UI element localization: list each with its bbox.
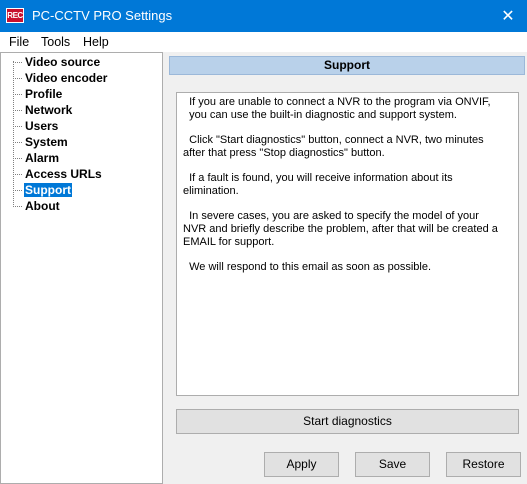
- panel-title: Support: [169, 56, 525, 75]
- tree-item-label: About: [25, 199, 60, 213]
- tree-item-system[interactable]: System: [13, 134, 69, 150]
- tree-item-label: System: [25, 135, 68, 149]
- support-info-text[interactable]: If you are unable to connect a NVR to th…: [176, 92, 519, 396]
- apply-button[interactable]: Apply: [264, 452, 339, 477]
- tree-item-network[interactable]: Network: [13, 102, 73, 118]
- tree-item-access-urls[interactable]: Access URLs: [13, 166, 103, 182]
- tree-item-label: Users: [25, 119, 59, 133]
- tree-item-support[interactable]: Support: [13, 182, 72, 198]
- tree-item-label: Network: [25, 103, 73, 117]
- tree-item-label: Access URLs: [25, 167, 102, 181]
- info-paragraph: In severe cases, you are asked to specif…: [183, 210, 498, 248]
- settings-tree: Video source Video encoder Profile Netwo…: [0, 52, 163, 484]
- menu-tools[interactable]: Tools: [41, 35, 70, 49]
- tree-item-video-source[interactable]: Video source: [13, 54, 101, 70]
- info-paragraph: We will respond to this email as soon as…: [183, 261, 432, 273]
- tree-item-label: Profile: [25, 87, 63, 101]
- title-bar: REC PC-CCTV PRO Settings ✕: [0, 0, 527, 32]
- tree-item-profile[interactable]: Profile: [13, 86, 63, 102]
- info-paragraph: Click "Start diagnostics" button, connec…: [183, 134, 484, 159]
- info-paragraph: If a fault is found, you will receive in…: [183, 172, 453, 197]
- start-diagnostics-button[interactable]: Start diagnostics: [176, 409, 519, 434]
- menu-bar: File Tools Help: [0, 32, 527, 52]
- save-button[interactable]: Save: [355, 452, 430, 477]
- tree-item-label: Video source: [25, 55, 101, 69]
- tree-item-label: Video encoder: [25, 71, 108, 85]
- tree-item-label: Alarm: [25, 151, 60, 165]
- tree-item-about[interactable]: About: [13, 198, 61, 214]
- app-icon: REC: [6, 8, 24, 23]
- info-paragraph: If you are unable to connect a NVR to th…: [189, 96, 491, 121]
- tree-item-alarm[interactable]: Alarm: [13, 150, 60, 166]
- restore-button[interactable]: Restore: [446, 452, 521, 477]
- window-title: PC-CCTV PRO Settings: [32, 8, 173, 23]
- close-icon[interactable]: ✕: [489, 0, 527, 32]
- tree-item-users[interactable]: Users: [13, 118, 59, 134]
- tree-item-video-encoder[interactable]: Video encoder: [13, 70, 108, 86]
- menu-help[interactable]: Help: [83, 35, 109, 49]
- menu-file[interactable]: File: [9, 35, 29, 49]
- tree-item-label: Support: [24, 183, 72, 197]
